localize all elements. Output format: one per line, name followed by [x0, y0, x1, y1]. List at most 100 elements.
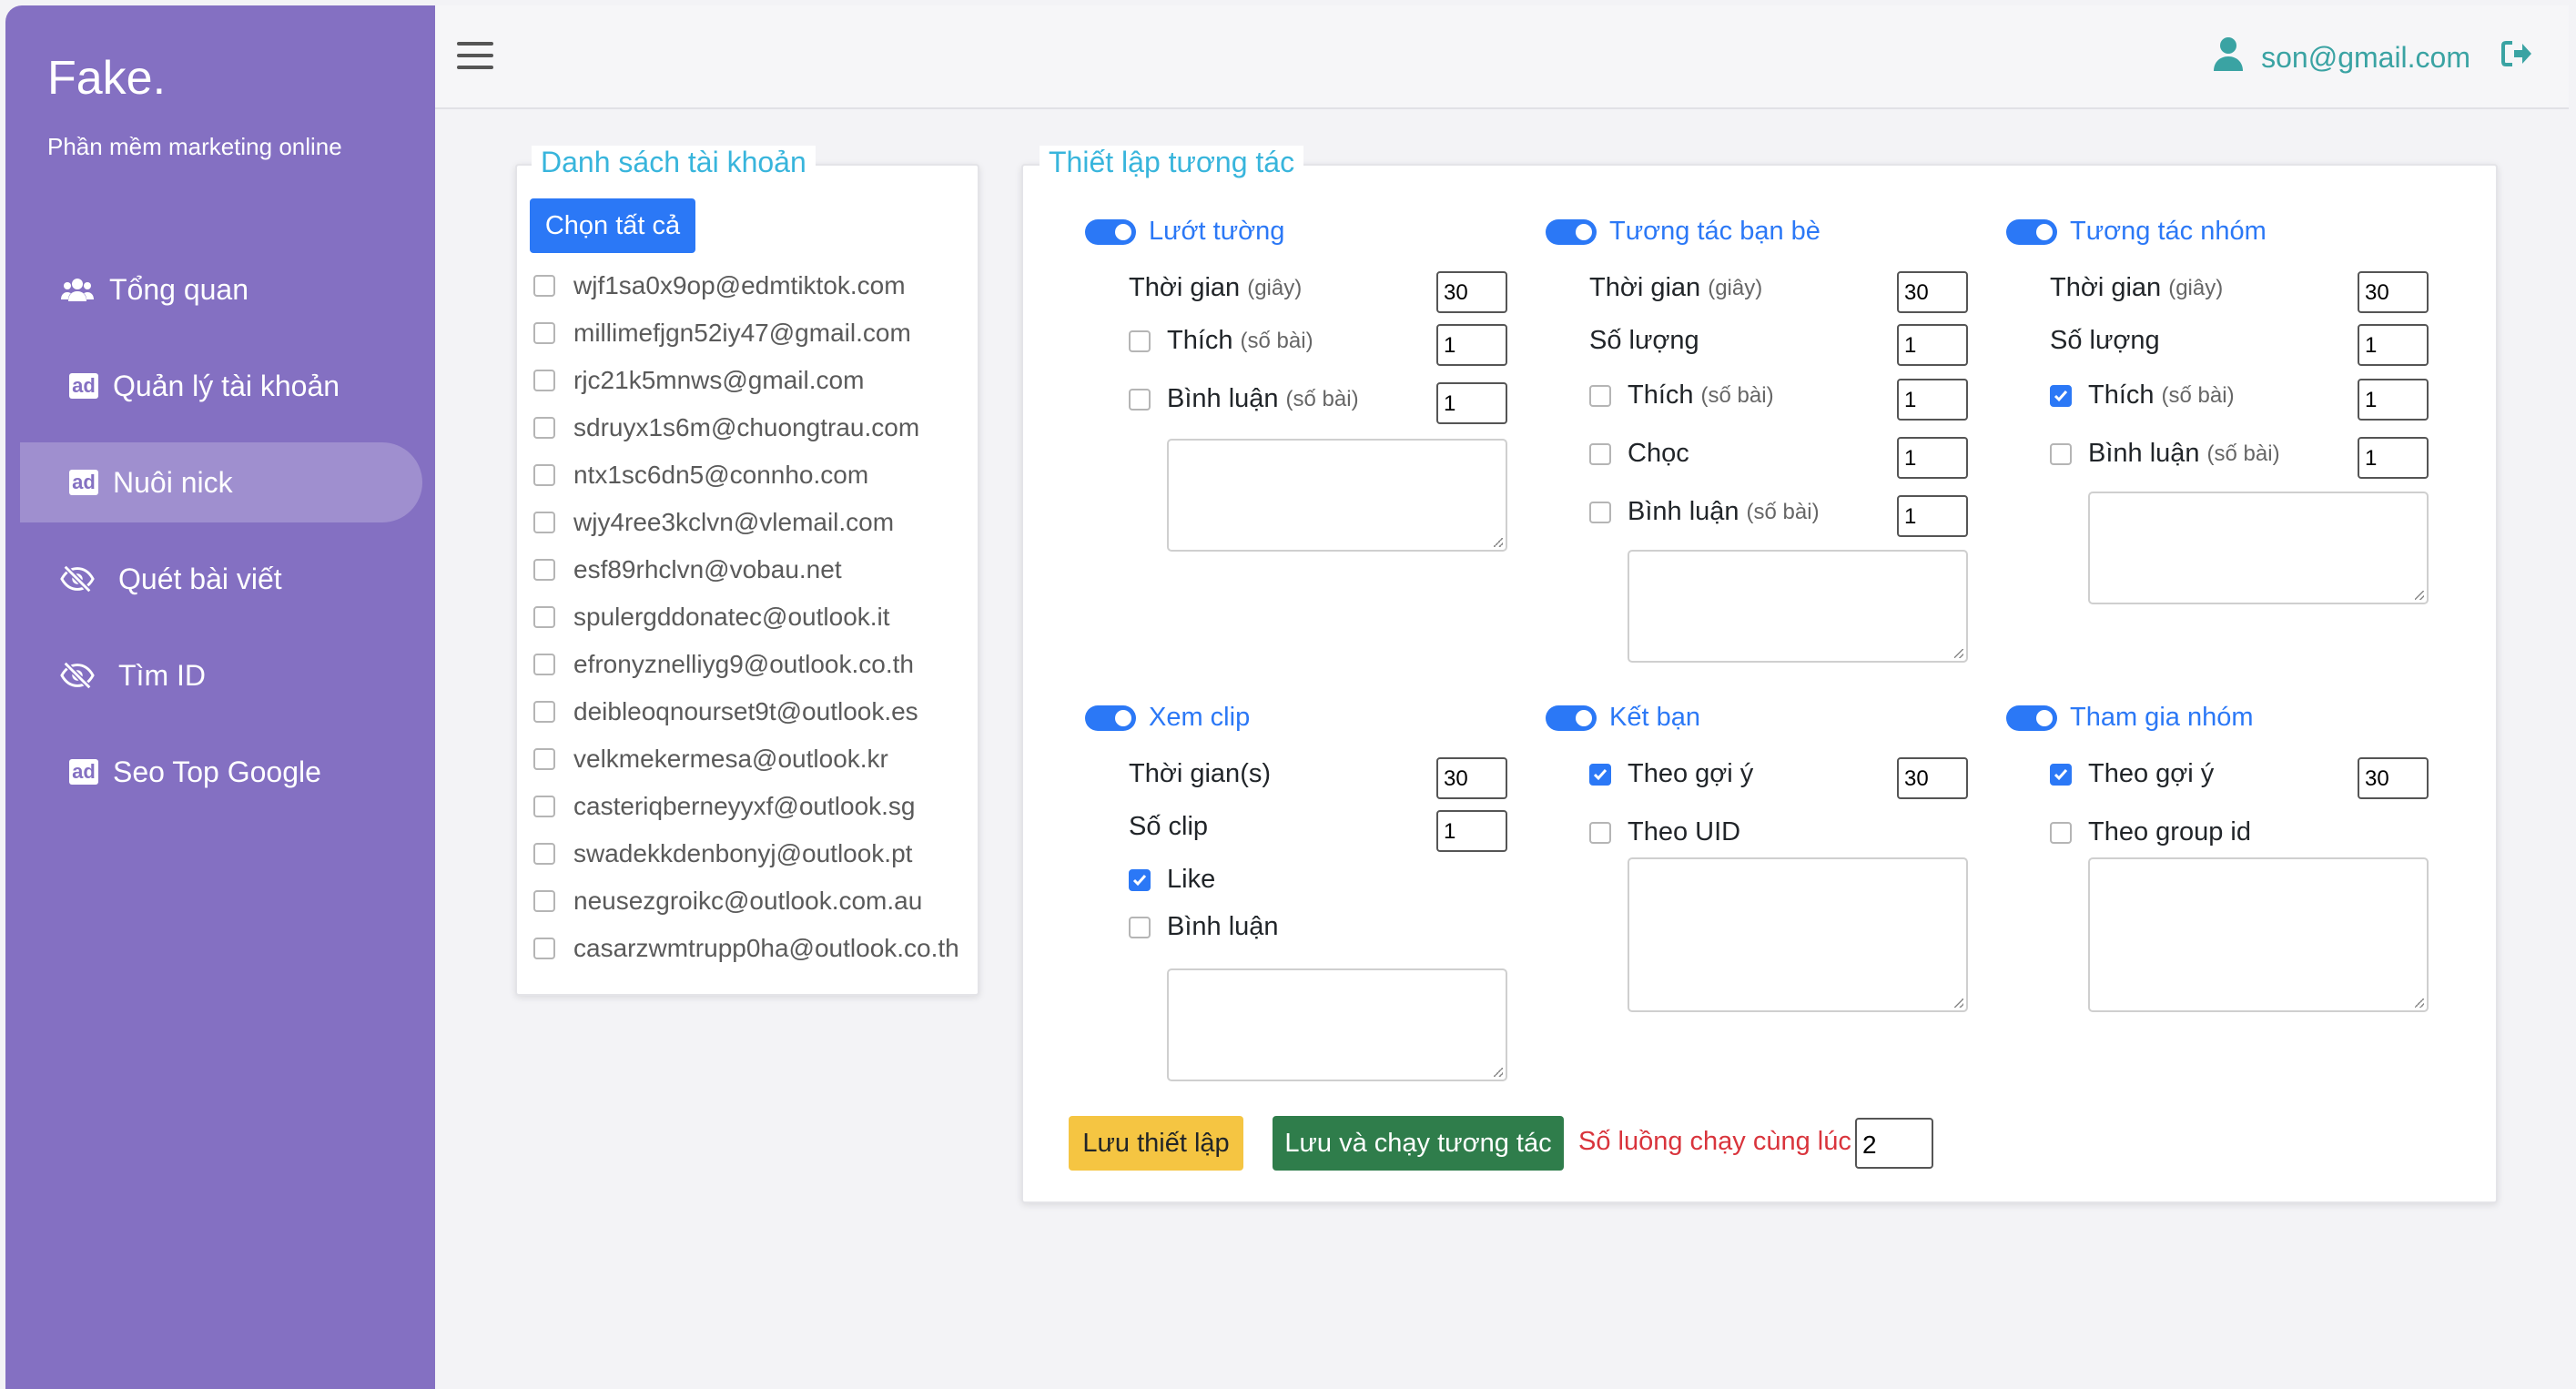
groups-comment-checkbox[interactable] — [2050, 442, 2072, 465]
account-item[interactable]: casarzwmtrupp0ha@outlook.co.th — [533, 934, 959, 963]
account-checkbox[interactable] — [533, 512, 555, 533]
logout-icon[interactable] — [2501, 40, 2532, 75]
friends-poke-input[interactable]: 1 — [1897, 437, 1968, 479]
account-item[interactable]: wjy4ree3kclvn@vlemail.com — [533, 508, 894, 537]
select-all-button[interactable]: Chọn tất cả — [530, 198, 695, 253]
clip-count-input[interactable]: 1 — [1436, 810, 1507, 852]
account-checkbox[interactable] — [533, 654, 555, 675]
feed-like-checkbox[interactable] — [1129, 330, 1151, 352]
add-friend-section-title[interactable]: Kết bạn — [1546, 703, 1700, 733]
account-item[interactable]: velkmekermesa@outlook.kr — [533, 745, 888, 774]
groups-like-checkbox[interactable] — [2050, 384, 2072, 407]
groups-time-input[interactable]: 30 — [2358, 271, 2429, 313]
add-friend-uid-option[interactable]: Theo UID — [1589, 817, 1740, 847]
clip-toggle[interactable] — [1085, 705, 1136, 731]
feed-comment-option[interactable]: Bình luận (số bài) — [1129, 384, 1359, 414]
friends-like-checkbox[interactable] — [1589, 384, 1611, 407]
join-group-suggest-option[interactable]: Theo gợi ý — [2050, 759, 2214, 789]
clip-like-checkbox[interactable] — [1129, 868, 1151, 891]
account-item[interactable]: rjc21k5mnws@gmail.com — [533, 366, 864, 395]
account-item[interactable]: casteriqberneyyxf@outlook.sg — [533, 792, 916, 821]
friends-section-title[interactable]: Tương tác bạn bè — [1546, 217, 1820, 247]
clip-comment-textarea[interactable] — [1167, 968, 1507, 1081]
sidebar-item-accounts[interactable]: ad Quản lý tài khoản — [20, 346, 422, 426]
account-item[interactable]: sdruyx1s6m@chuongtrau.com — [533, 413, 919, 442]
menu-icon[interactable] — [457, 42, 493, 69]
friends-toggle[interactable] — [1546, 218, 1597, 245]
account-checkbox[interactable] — [533, 796, 555, 817]
add-friend-toggle[interactable] — [1546, 705, 1597, 731]
feed-like-input[interactable]: 1 — [1436, 324, 1507, 366]
groups-comment-input[interactable]: 1 — [2358, 437, 2429, 479]
save-settings-button[interactable]: Lưu thiết lập — [1069, 1116, 1243, 1171]
account-checkbox[interactable] — [533, 606, 555, 628]
join-group-gid-checkbox[interactable] — [2050, 821, 2072, 844]
add-friend-suggest-checkbox[interactable] — [1589, 763, 1611, 786]
clip-time-input[interactable]: 30 — [1436, 757, 1507, 799]
join-group-suggest-checkbox[interactable] — [2050, 763, 2072, 786]
join-group-section-title[interactable]: Tham gia nhóm — [2006, 703, 2254, 733]
account-checkbox[interactable] — [533, 417, 555, 439]
clip-like-option[interactable]: Like — [1129, 865, 1215, 895]
account-checkbox[interactable] — [533, 275, 555, 297]
account-checkbox[interactable] — [533, 938, 555, 959]
account-checkbox[interactable] — [533, 559, 555, 581]
account-checkbox[interactable] — [533, 322, 555, 344]
account-item[interactable]: neusezgroikc@outlook.com.au — [533, 887, 922, 916]
feed-comment-textarea[interactable] — [1167, 439, 1507, 552]
friends-like-input[interactable]: 1 — [1897, 379, 1968, 421]
account-checkbox[interactable] — [533, 843, 555, 865]
feed-time-input[interactable]: 30 — [1436, 271, 1507, 313]
threads-input[interactable]: 2 — [1855, 1118, 1933, 1169]
join-group-gid-textarea[interactable] — [2088, 857, 2429, 1012]
feed-comment-checkbox[interactable] — [1129, 388, 1151, 411]
sidebar-item-find-id[interactable]: Tìm ID — [20, 635, 422, 715]
save-and-run-button[interactable]: Lưu và chạy tương tác — [1273, 1116, 1564, 1171]
feed-toggle[interactable] — [1085, 218, 1136, 245]
account-checkbox[interactable] — [533, 370, 555, 391]
feed-section-title[interactable]: Lướt tường — [1085, 217, 1284, 247]
groups-like-input[interactable]: 1 — [2358, 379, 2429, 421]
sidebar-item-nuoi-nick[interactable]: ad Nuôi nick — [20, 442, 422, 522]
sidebar-item-seo[interactable]: ad Seo Top Google — [20, 732, 422, 812]
join-group-gid-option[interactable]: Theo group id — [2050, 817, 2251, 847]
friends-poke-option[interactable]: Chọc — [1589, 439, 1689, 469]
account-checkbox[interactable] — [533, 890, 555, 912]
feed-comment-input[interactable]: 1 — [1436, 382, 1507, 424]
clip-comment-option[interactable]: Bình luận — [1129, 912, 1279, 942]
add-friend-uid-checkbox[interactable] — [1589, 821, 1611, 844]
friends-comment-textarea[interactable] — [1628, 550, 1968, 663]
friends-poke-checkbox[interactable] — [1589, 442, 1611, 465]
add-friend-suggest-option[interactable]: Theo gợi ý — [1589, 759, 1753, 789]
account-item[interactable]: millimefjgn52iy47@gmail.com — [533, 319, 911, 348]
friends-time-input[interactable]: 30 — [1897, 271, 1968, 313]
account-item[interactable]: efronyznelliyg9@outlook.co.th — [533, 650, 914, 679]
join-group-suggest-input[interactable]: 30 — [2358, 757, 2429, 799]
account-item[interactable]: swadekkdenbonyj@outlook.pt — [533, 839, 912, 868]
account-item[interactable]: ntx1sc6dn5@connho.com — [533, 461, 868, 490]
account-item[interactable]: wjf1sa0x9op@edmtiktok.com — [533, 271, 906, 300]
clip-section-title[interactable]: Xem clip — [1085, 703, 1250, 733]
groups-comment-option[interactable]: Bình luận (số bài) — [2050, 439, 2280, 469]
friends-count-input[interactable]: 1 — [1897, 324, 1968, 366]
user-email[interactable]: son@gmail.com — [2261, 41, 2470, 75]
join-group-toggle[interactable] — [2006, 705, 2057, 731]
groups-like-option[interactable]: Thích (số bài) — [2050, 380, 2235, 411]
groups-comment-textarea[interactable] — [2088, 492, 2429, 604]
groups-count-input[interactable]: 1 — [2358, 324, 2429, 366]
friends-like-option[interactable]: Thích (số bài) — [1589, 380, 1774, 411]
sidebar-item-overview[interactable]: Tổng quan — [20, 249, 422, 330]
account-checkbox[interactable] — [533, 701, 555, 723]
account-checkbox[interactable] — [533, 748, 555, 770]
sidebar-item-scan-posts[interactable]: Quét bài viết — [20, 539, 422, 619]
friends-comment-input[interactable]: 1 — [1897, 495, 1968, 537]
account-item[interactable]: spulergddonatec@outlook.it — [533, 603, 890, 632]
account-item[interactable]: deibleoqnourset9t@outlook.es — [533, 697, 918, 726]
clip-comment-checkbox[interactable] — [1129, 916, 1151, 938]
friends-comment-option[interactable]: Bình luận (số bài) — [1589, 497, 1820, 527]
add-friend-suggest-input[interactable]: 30 — [1897, 757, 1968, 799]
groups-toggle[interactable] — [2006, 218, 2057, 245]
groups-section-title[interactable]: Tương tác nhóm — [2006, 217, 2267, 247]
friends-comment-checkbox[interactable] — [1589, 501, 1611, 523]
feed-like-option[interactable]: Thích (số bài) — [1129, 326, 1313, 356]
